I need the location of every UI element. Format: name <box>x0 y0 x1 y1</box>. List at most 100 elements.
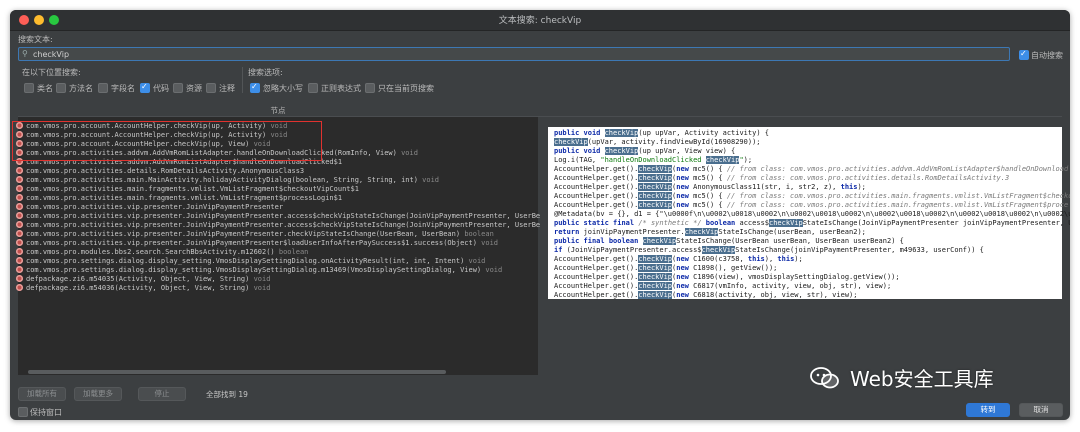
window-title: 文本搜索: checkVip <box>498 16 582 26</box>
code-line: public void checkVip(up upVar, Activity … <box>554 129 769 137</box>
search-in-comment-label: 注释 <box>219 84 235 93</box>
result-row[interactable]: com.vmos.pro.activities.main.fragments.v… <box>16 185 359 194</box>
code-line: AccountHelper.get().checkVip(new C1898()… <box>554 264 778 272</box>
wechat-icon <box>810 367 839 389</box>
watermark-text: Web安全工具库 <box>850 367 994 391</box>
result-signature: com.vmos.pro.activities.vip.presenter.Jo… <box>26 212 541 220</box>
keep-window-label: 保持窗口 <box>30 408 62 417</box>
result-signature: com.vmos.pro.activities.main.MainActivit… <box>26 176 418 184</box>
code-line: public static final /* synthetic */ bool… <box>554 219 1070 227</box>
method-icon <box>16 194 23 201</box>
result-return-type: boolean <box>464 230 494 238</box>
current-page-only-checkbox[interactable] <box>365 83 375 93</box>
title-bar: 文本搜索: checkVip <box>10 10 1070 31</box>
search-in-code-label: 代码 <box>153 84 169 93</box>
result-signature: com.vmos.pro.activities.details.RomDetai… <box>26 167 305 175</box>
method-icon <box>16 212 23 219</box>
search-in-method-name-checkbox[interactable] <box>56 83 66 93</box>
keep-window-checkbox[interactable] <box>18 407 28 417</box>
result-row[interactable]: com.vmos.pro.settings.dialog.display_set… <box>16 257 485 266</box>
code-line: @Metadata(bv = {}, d1 = {"\u0000f\n\u000… <box>554 210 1070 218</box>
result-signature: com.vmos.pro.activities.main.fragments.v… <box>26 194 343 202</box>
code-preview-panel: public void checkVip(up upVar, Activity … <box>548 127 1070 299</box>
ignore-case-checkbox[interactable] <box>250 82 260 93</box>
code-line: Log.i(TAG, "handleOnDownloadClicked chec… <box>554 156 753 164</box>
code-line: AccountHelper.get().checkVip(new C1600(c… <box>554 255 803 263</box>
code-line: AccountHelper.get().checkVip(new mc5() {… <box>554 165 1069 173</box>
method-icon <box>16 176 23 183</box>
result-return-type: void <box>253 284 271 292</box>
result-row[interactable]: com.vmos.pro.activities.vip.presenter.Jo… <box>16 221 540 230</box>
code-line: public final boolean checkVipStateIsChan… <box>554 237 904 245</box>
load-more-button[interactable]: 加载更多 <box>74 387 122 401</box>
regex-label: 正则表达式 <box>321 84 361 93</box>
method-icon <box>16 275 23 282</box>
result-return-type: void <box>485 266 503 274</box>
result-row[interactable]: defpackage.zi6.m54036(Activity, Object, … <box>16 284 270 293</box>
result-signature: defpackage.zi6.m54036(Activity, Object, … <box>26 284 250 292</box>
search-in-class-name-checkbox[interactable] <box>24 83 34 93</box>
result-row[interactable]: com.vmos.pro.activities.vip.presenter.Jo… <box>16 239 498 248</box>
search-in-field-name-checkbox[interactable] <box>98 83 108 93</box>
result-signature: com.vmos.pro.settings.dialog.display_set… <box>26 266 482 274</box>
node-column-title: 节点 <box>270 106 286 115</box>
search-options-label: 搜索选项: <box>248 68 283 77</box>
result-signature: com.vmos.pro.activities.vip.presenter.Jo… <box>26 203 284 211</box>
code-line: AccountHelper.get().checkVip(new mc5() {… <box>554 192 1070 200</box>
search-in-label: 在以下位置搜索: <box>22 68 81 77</box>
result-return-type: void <box>481 239 499 247</box>
watermark: Web安全工具库 <box>806 358 1052 408</box>
result-return-type: void <box>401 149 418 157</box>
auto-search-label: 自动搜索 <box>1031 51 1063 60</box>
result-row[interactable]: com.vmos.pro.modules.bbs2.search.SearchB… <box>16 248 308 257</box>
annotation-red-box <box>12 121 322 161</box>
result-row[interactable]: defpackage.zi6.m54035(Activity, Object, … <box>16 275 270 284</box>
result-row[interactable]: com.vmos.pro.activities.vip.presenter.Jo… <box>16 230 494 239</box>
code-line: AccountHelper.get().checkVip(new mc5() {… <box>554 174 1010 182</box>
code-line: public void checkVip(up upVar, View view… <box>554 147 736 155</box>
horizontal-scrollbar[interactable] <box>28 370 446 374</box>
code-line: AccountHelper.get().checkVip(new Anonymo… <box>554 183 866 191</box>
ignore-case-label: 忽略大小写 <box>263 84 303 93</box>
result-signature: com.vmos.pro.activities.main.fragments.v… <box>26 185 359 193</box>
method-icon <box>16 221 23 228</box>
result-return-type: void <box>253 275 271 283</box>
method-icon <box>16 257 23 264</box>
code-line: AccountHelper.get().checkVip(new C6817(v… <box>554 282 892 290</box>
result-row[interactable]: com.vmos.pro.activities.main.fragments.v… <box>16 194 342 203</box>
search-text-label: 搜索文本: <box>18 35 53 44</box>
options-divider <box>242 67 243 93</box>
method-icon <box>16 239 23 246</box>
load-all-button[interactable]: 加载所有 <box>18 387 66 401</box>
search-in-code-checkbox[interactable] <box>140 82 150 93</box>
search-icon: ⚲ <box>22 49 28 58</box>
search-input[interactable] <box>33 48 993 60</box>
result-return-type: void <box>422 176 440 184</box>
result-signature: com.vmos.pro.settings.dialog.display_set… <box>26 257 465 265</box>
result-row[interactable]: com.vmos.pro.activities.vip.presenter.Jo… <box>16 203 283 212</box>
regex-checkbox[interactable] <box>308 83 318 93</box>
method-icon <box>16 167 23 174</box>
method-icon <box>16 248 23 255</box>
search-field[interactable]: ⚲ <box>18 47 1010 61</box>
results-column-header[interactable]: 节点 <box>18 105 1062 117</box>
auto-search-checkbox[interactable] <box>1019 49 1029 60</box>
method-icon <box>16 230 23 237</box>
search-in-field-name-label: 字段名 <box>111 84 135 93</box>
result-signature: com.vmos.pro.activities.vip.presenter.Jo… <box>26 230 461 238</box>
result-signature: com.vmos.pro.modules.bbs2.search.SearchB… <box>26 248 275 256</box>
result-row[interactable]: com.vmos.pro.activities.details.RomDetai… <box>16 167 304 176</box>
result-row[interactable]: com.vmos.pro.activities.main.MainActivit… <box>16 176 439 185</box>
result-row[interactable]: com.vmos.pro.activities.vip.presenter.Jo… <box>16 212 540 221</box>
code-line: AccountHelper.get().checkVip(new C1896(v… <box>554 273 900 281</box>
method-icon <box>16 203 23 210</box>
result-row[interactable]: com.vmos.pro.settings.dialog.display_set… <box>16 266 502 275</box>
search-in-resource-checkbox[interactable] <box>173 83 183 93</box>
search-in-resource-label: 资源 <box>186 84 202 93</box>
stop-button[interactable]: 停止 <box>138 387 186 401</box>
code-line: AccountHelper.get().checkVip(new mc5() {… <box>554 201 1069 209</box>
method-icon <box>16 266 23 273</box>
code-line: return joinVipPaymentPresenter.checkVipS… <box>554 228 866 236</box>
search-in-comment-checkbox[interactable] <box>206 83 216 93</box>
code-line: AccountHelper.get().checkVip(new C6818(a… <box>554 291 858 299</box>
